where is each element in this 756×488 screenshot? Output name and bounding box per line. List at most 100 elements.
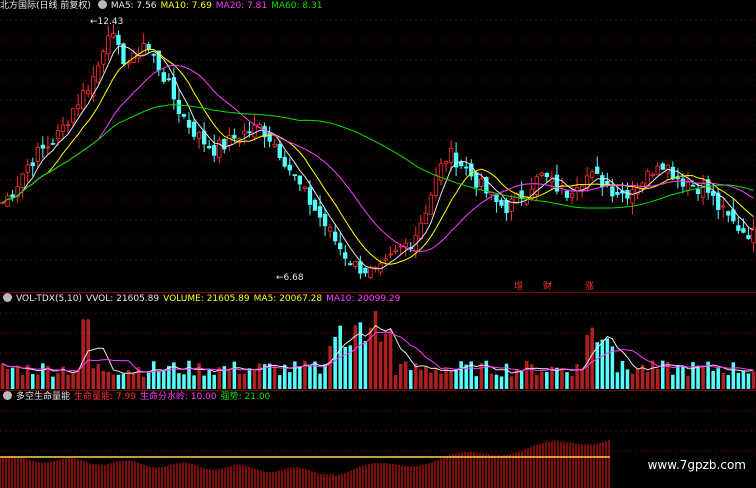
volume-bar [227, 369, 232, 389]
candle-body [212, 145, 217, 156]
volume-bar [207, 369, 211, 389]
volume-bar [570, 375, 574, 389]
candle-body [650, 173, 655, 176]
ma60-value: MA60: 8.31 [271, 1, 323, 11]
volume-bar [373, 311, 378, 389]
volume-bar [131, 372, 136, 389]
candle-body [353, 261, 358, 267]
candle-body [418, 222, 424, 239]
candle-body [675, 177, 681, 180]
candle-body [590, 171, 595, 178]
candle-body [146, 44, 151, 50]
volume-bar [424, 366, 428, 389]
volume-bar [156, 370, 161, 389]
volume-ma10-value: MA10: 20099.29 [326, 294, 401, 304]
volume-value: VOLUME: 21605.89 [163, 294, 250, 304]
candle-body [569, 193, 575, 198]
indicator-name[interactable]: 多空生命量能 [16, 392, 70, 402]
volume-bar [650, 360, 655, 389]
volume-bar [91, 368, 96, 389]
volume-bar [318, 373, 322, 389]
volume-bar [741, 370, 746, 389]
volume-bar [328, 345, 332, 389]
ma20-line [2, 64, 754, 253]
candle-body [247, 131, 252, 134]
ma5-value: MA5: 7.56 [110, 1, 157, 11]
candle-body [0, 202, 5, 205]
settings-gear-icon[interactable] [3, 391, 12, 400]
volume-bar [333, 336, 337, 389]
settings-gear-icon[interactable] [97, 0, 107, 9]
candle-body [368, 266, 373, 278]
settings-gear-icon[interactable] [3, 293, 12, 302]
candle-body [645, 171, 650, 187]
volume-bar [625, 369, 630, 389]
candle-body [252, 124, 257, 138]
volume-bar [711, 370, 715, 389]
candle-body [474, 172, 479, 188]
volume-bar [81, 319, 85, 389]
event-mark-3[interactable]: 涨 [585, 279, 594, 292]
volume-bar [620, 360, 625, 389]
volume-bar [746, 373, 751, 389]
volume-bar [716, 368, 720, 389]
candle-body [267, 132, 272, 142]
volume-bar [323, 364, 327, 389]
event-mark-1[interactable]: 增 [514, 279, 523, 292]
volume-bar [701, 364, 705, 389]
candle-body [332, 231, 338, 242]
candle-body [206, 146, 212, 149]
candle-body [242, 130, 247, 135]
volume-bar [116, 374, 121, 389]
candle-body [282, 156, 287, 167]
indicator-header: 多空生命量能 生命量能: 7.99 生命分水岭: 10.00 强势: 21.00 [0, 391, 274, 404]
volume-bar [363, 341, 368, 389]
candle-body [181, 114, 187, 117]
volume-bar [408, 370, 413, 389]
volume-bar [383, 334, 388, 389]
candle-body [91, 76, 96, 97]
candle-body [45, 146, 51, 149]
candle-body [433, 174, 439, 196]
volume-bar [499, 376, 504, 389]
volume-bar [257, 363, 262, 389]
candle-body [292, 174, 298, 177]
candle-body [10, 194, 15, 198]
volume-bar [298, 366, 302, 389]
candle-body [736, 225, 741, 231]
volume-bar [187, 360, 191, 389]
candle-body [65, 124, 71, 127]
candle-body [111, 33, 116, 38]
volume-bar [630, 373, 635, 389]
volume-bar [610, 346, 615, 389]
volume-bar [615, 372, 620, 389]
price-pane[interactable]: 北方国际(日线 前复权) MA5: 7.56 MA10: 7.69 MA20: 7.8… [0, 0, 756, 292]
candle-body [322, 213, 328, 227]
volume-bar [439, 373, 443, 389]
volume-pane[interactable]: VOL-TDX(5,10) VVOL: 21605.89 VOLUME: 21605… [0, 292, 756, 391]
stock-label[interactable]: 北方国际(日线 前复权) [0, 1, 91, 11]
volume-bar [277, 375, 282, 389]
volume-bar [590, 327, 594, 389]
volume-bar [358, 322, 363, 389]
candle-body [106, 35, 111, 55]
volume-bar [509, 376, 514, 389]
ma10-line [2, 48, 754, 265]
candle-body [479, 178, 484, 187]
volume-bar [288, 372, 292, 389]
volume-bar [580, 368, 584, 389]
candle-body [75, 104, 81, 110]
ma20-value: MA20: 7.81 [215, 1, 268, 11]
strong-value: 强势: 21.00 [220, 392, 271, 402]
volume-bar [242, 373, 247, 389]
candle-body [680, 178, 686, 187]
indicator-pane[interactable]: 多空生命量能 生命量能: 7.99 生命分水岭: 10.00 强势: 21.00 ww… [0, 390, 756, 488]
event-mark-2[interactable]: 财 [543, 279, 552, 292]
volume-bar [600, 339, 605, 389]
volume-bar [56, 373, 60, 389]
candle-body [101, 51, 106, 65]
volume-indicator-name[interactable]: VOL-TDX(5,10) [16, 294, 82, 304]
candle-body [423, 212, 429, 225]
volume-bar [403, 361, 408, 389]
candle-body [317, 206, 323, 218]
